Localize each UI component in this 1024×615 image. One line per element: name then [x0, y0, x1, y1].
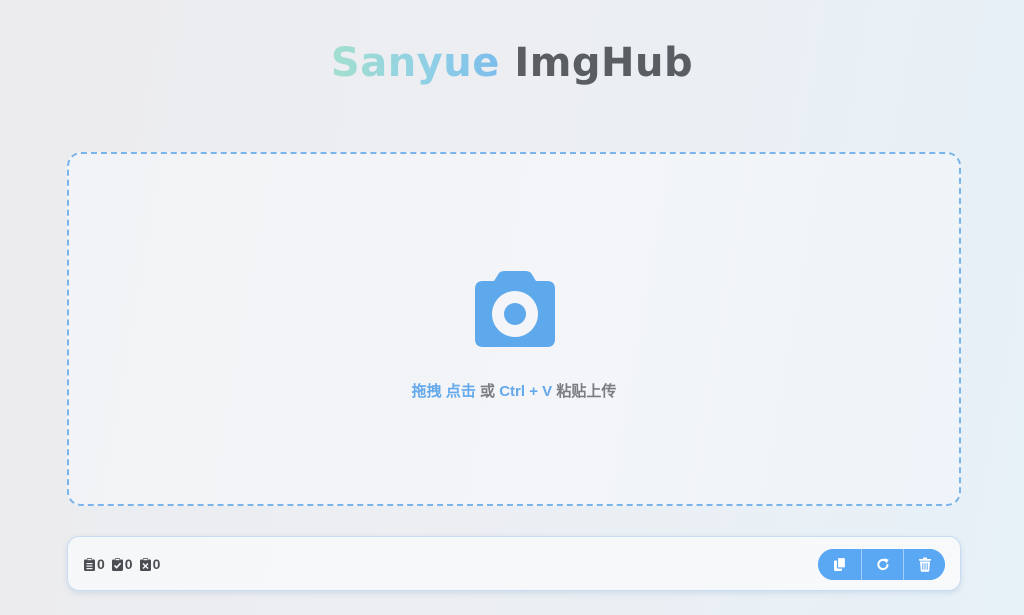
retry-icon [876, 558, 889, 571]
hint-drag: 拖拽 [411, 383, 442, 400]
hint-shortcut: Ctrl + V [499, 383, 553, 400]
action-button-group [818, 549, 945, 580]
app-title-part1: Sanyue [330, 40, 500, 86]
clipboard-list-icon [84, 557, 95, 571]
camera-icon [475, 271, 555, 347]
clear-button[interactable] [903, 549, 945, 580]
hint-click[interactable]: 点击 [446, 383, 476, 400]
hint-or: 或 [480, 383, 496, 400]
success-count-value: 0 [124, 556, 133, 572]
app-title: Sanyue ImgHub [0, 40, 1024, 86]
upload-dropzone[interactable]: 拖拽 点击 或 Ctrl + V 粘贴上传 [67, 152, 961, 506]
status-toolbar: 0 0 0 [67, 536, 961, 591]
copy-button[interactable] [818, 549, 861, 580]
failed-count-value: 0 [152, 556, 161, 572]
failed-count: 0 [139, 556, 161, 572]
app-title-part2: ImgHub [514, 40, 694, 86]
upload-counts: 0 0 0 [84, 556, 167, 572]
retry-button[interactable] [861, 549, 903, 580]
clipboard-x-icon [139, 557, 151, 571]
total-count: 0 [84, 556, 105, 572]
success-count: 0 [111, 556, 133, 572]
trash-icon [918, 557, 931, 572]
upload-hint: 拖拽 点击 或 Ctrl + V 粘贴上传 [69, 380, 959, 401]
copy-icon [833, 557, 846, 571]
hint-suffix: 粘贴上传 [556, 383, 617, 400]
total-count-value: 0 [97, 556, 105, 572]
clipboard-check-icon [111, 557, 123, 571]
